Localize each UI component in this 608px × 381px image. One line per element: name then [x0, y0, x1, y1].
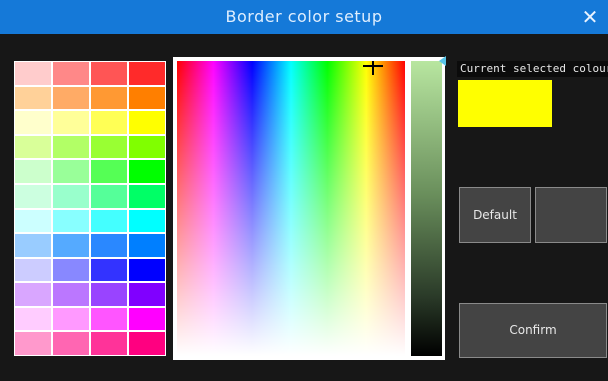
- color-swatch[interactable]: [53, 258, 89, 282]
- color-swatch[interactable]: [15, 307, 51, 331]
- close-icon[interactable]: ✕: [576, 2, 604, 32]
- color-swatch[interactable]: [15, 258, 51, 282]
- color-swatch[interactable]: [91, 307, 127, 331]
- color-swatch[interactable]: [129, 62, 165, 85]
- color-swatch[interactable]: [91, 62, 127, 85]
- color-swatch[interactable]: [91, 258, 127, 282]
- color-swatch[interactable]: [91, 160, 127, 183]
- color-swatch[interactable]: [91, 135, 127, 159]
- preset-swatch-grid: [14, 61, 166, 356]
- color-swatch[interactable]: [15, 62, 51, 85]
- confirm-button[interactable]: Confirm: [459, 303, 607, 358]
- color-swatch[interactable]: [91, 111, 127, 134]
- spectrum-frame: [173, 57, 409, 360]
- color-swatch[interactable]: [129, 234, 165, 257]
- color-swatch[interactable]: [129, 332, 165, 355]
- hue-saturation-spectrum[interactable]: [177, 61, 405, 356]
- blank-button[interactable]: [535, 187, 607, 243]
- color-swatch[interactable]: [129, 184, 165, 208]
- color-swatch[interactable]: [15, 86, 51, 110]
- color-swatch[interactable]: [129, 86, 165, 110]
- brightness-handle[interactable]: [439, 56, 446, 66]
- brightness-slider[interactable]: [411, 61, 442, 356]
- color-swatch[interactable]: [91, 184, 127, 208]
- color-swatch[interactable]: [53, 160, 89, 183]
- color-swatch[interactable]: [15, 209, 51, 233]
- color-swatch[interactable]: [53, 307, 89, 331]
- color-swatch[interactable]: [53, 332, 89, 355]
- color-swatch[interactable]: [53, 209, 89, 233]
- color-swatch[interactable]: [53, 184, 89, 208]
- dialog-title: Border color setup: [225, 7, 383, 26]
- color-swatch[interactable]: [129, 283, 165, 306]
- color-swatch[interactable]: [91, 234, 127, 257]
- color-swatch[interactable]: [15, 184, 51, 208]
- color-swatch[interactable]: [15, 160, 51, 183]
- color-swatch[interactable]: [53, 135, 89, 159]
- color-swatch[interactable]: [129, 209, 165, 233]
- color-swatch[interactable]: [91, 332, 127, 355]
- color-swatch[interactable]: [15, 234, 51, 257]
- title-bar: Border color setup ✕: [0, 0, 608, 34]
- color-swatch[interactable]: [53, 86, 89, 110]
- color-swatch[interactable]: [15, 111, 51, 134]
- crosshair-cursor[interactable]: [363, 61, 383, 75]
- color-swatch[interactable]: [53, 283, 89, 306]
- color-swatch[interactable]: [91, 283, 127, 306]
- color-swatch[interactable]: [91, 86, 127, 110]
- color-swatch[interactable]: [53, 234, 89, 257]
- color-swatch[interactable]: [129, 111, 165, 134]
- brightness-frame: [408, 56, 446, 360]
- color-swatch[interactable]: [15, 283, 51, 306]
- color-swatch[interactable]: [91, 209, 127, 233]
- color-swatch[interactable]: [129, 160, 165, 183]
- border-color-dialog: Border color setup ✕ Current selected co…: [0, 0, 608, 381]
- color-swatch[interactable]: [129, 258, 165, 282]
- color-swatch[interactable]: [53, 111, 89, 134]
- color-swatch[interactable]: [53, 62, 89, 85]
- default-button[interactable]: Default: [459, 187, 531, 243]
- color-swatch[interactable]: [129, 135, 165, 159]
- color-swatch[interactable]: [15, 135, 51, 159]
- current-colour-swatch: [458, 80, 552, 127]
- color-swatch[interactable]: [129, 307, 165, 331]
- current-colour-label: Current selected colour:: [457, 61, 608, 77]
- color-swatch[interactable]: [15, 332, 51, 355]
